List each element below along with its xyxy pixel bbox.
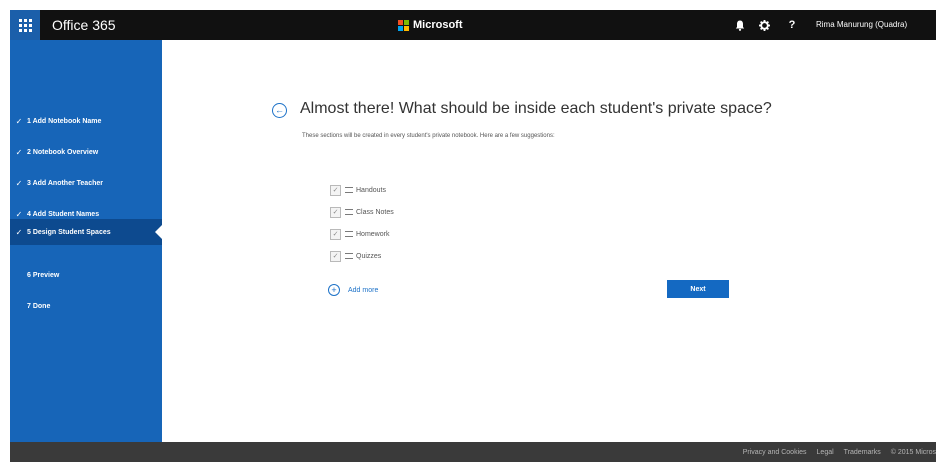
checkmark-icon: ✓ xyxy=(15,147,23,157)
sidebar-step-add-another-teacher[interactable]: ✓ 3 Add Another Teacher xyxy=(10,170,162,196)
drag-handle-icon[interactable] xyxy=(345,231,353,237)
back-arrow-icon[interactable]: ← xyxy=(272,103,287,118)
sidebar: ✓ 1 Add Notebook Name ✓ 2 Notebook Overv… xyxy=(10,40,162,442)
step-label: 4 Add Student Names xyxy=(27,210,100,218)
footer-copyright: © 2015 Micros xyxy=(890,448,936,456)
step-label: 6 Preview xyxy=(27,271,60,279)
section-item-handouts: ✓ Handouts xyxy=(330,183,386,197)
drag-handle-icon[interactable] xyxy=(345,209,353,215)
footer-link-trademarks[interactable]: Trademarks xyxy=(844,449,881,456)
top-bar: Office 365 Microsoft ? Rima Manurung (Qu… xyxy=(10,10,936,40)
sidebar-step-design-student-spaces[interactable]: ✓ 5 Design Student Spaces xyxy=(10,219,162,245)
sidebar-step-add-notebook-name[interactable]: ✓ 1 Add Notebook Name xyxy=(10,108,162,134)
brand: Microsoft xyxy=(398,10,463,40)
section-item-class-notes: ✓ Class Notes xyxy=(330,205,394,219)
add-circle-icon: + xyxy=(328,284,340,296)
step-label: 2 Notebook Overview xyxy=(27,148,99,156)
section-checkbox[interactable]: ✓ xyxy=(330,250,341,262)
page-title: Almost there! What should be inside each… xyxy=(300,100,772,117)
section-label: Handouts xyxy=(356,186,386,194)
footer-link-privacy[interactable]: Privacy and Cookies xyxy=(743,449,807,456)
step-label: 1 Add Notebook Name xyxy=(27,117,102,125)
sidebar-step-notebook-overview[interactable]: ✓ 2 Notebook Overview xyxy=(10,139,162,165)
step-label: 5 Design Student Spaces xyxy=(27,228,111,236)
gear-icon[interactable] xyxy=(752,10,776,40)
section-label: Homework xyxy=(356,230,390,238)
app-title[interactable]: Office 365 xyxy=(52,10,116,40)
checkmark-icon: ✓ xyxy=(15,227,23,237)
drag-handle-icon[interactable] xyxy=(345,253,353,259)
microsoft-logo-icon xyxy=(398,19,409,31)
section-checkbox[interactable]: ✓ xyxy=(330,206,341,218)
section-checkbox[interactable]: ✓ xyxy=(330,228,341,240)
checkmark-icon: ✓ xyxy=(15,178,23,188)
add-more-link[interactable]: + Add more xyxy=(328,284,378,296)
waffle-icon[interactable] xyxy=(10,10,40,40)
bell-icon[interactable] xyxy=(728,10,752,40)
user-name[interactable]: Rima Manurung (Quadra) xyxy=(816,10,936,40)
sidebar-step-done[interactable]: 7 Done xyxy=(10,293,162,319)
drag-handle-icon[interactable] xyxy=(345,187,353,193)
section-item-homework: ✓ Homework xyxy=(330,227,389,241)
help-icon[interactable]: ? xyxy=(780,10,804,40)
step-label: 3 Add Another Teacher xyxy=(27,179,103,187)
footer-link-legal[interactable]: Legal xyxy=(817,449,834,456)
checkmark-icon: ✓ xyxy=(15,209,23,219)
section-checkbox[interactable]: ✓ xyxy=(330,184,341,196)
section-label: Quizzes xyxy=(356,252,382,260)
step-label: 7 Done xyxy=(27,302,51,310)
brand-name: Microsoft xyxy=(413,19,463,31)
section-label: Class Notes xyxy=(356,208,394,216)
add-more-label: Add more xyxy=(348,286,379,294)
checkmark-icon: ✓ xyxy=(15,116,23,126)
next-button[interactable]: Next xyxy=(667,280,729,298)
page-subtitle: These sections will be created in every … xyxy=(302,133,555,139)
section-item-quizzes: ✓ Quizzes xyxy=(330,249,381,263)
app-frame: Office 365 Microsoft ? Rima Manurung (Qu… xyxy=(10,10,936,462)
sidebar-step-preview[interactable]: 6 Preview xyxy=(10,262,162,288)
footer: Privacy and Cookies Legal Trademarks © 2… xyxy=(10,442,936,462)
